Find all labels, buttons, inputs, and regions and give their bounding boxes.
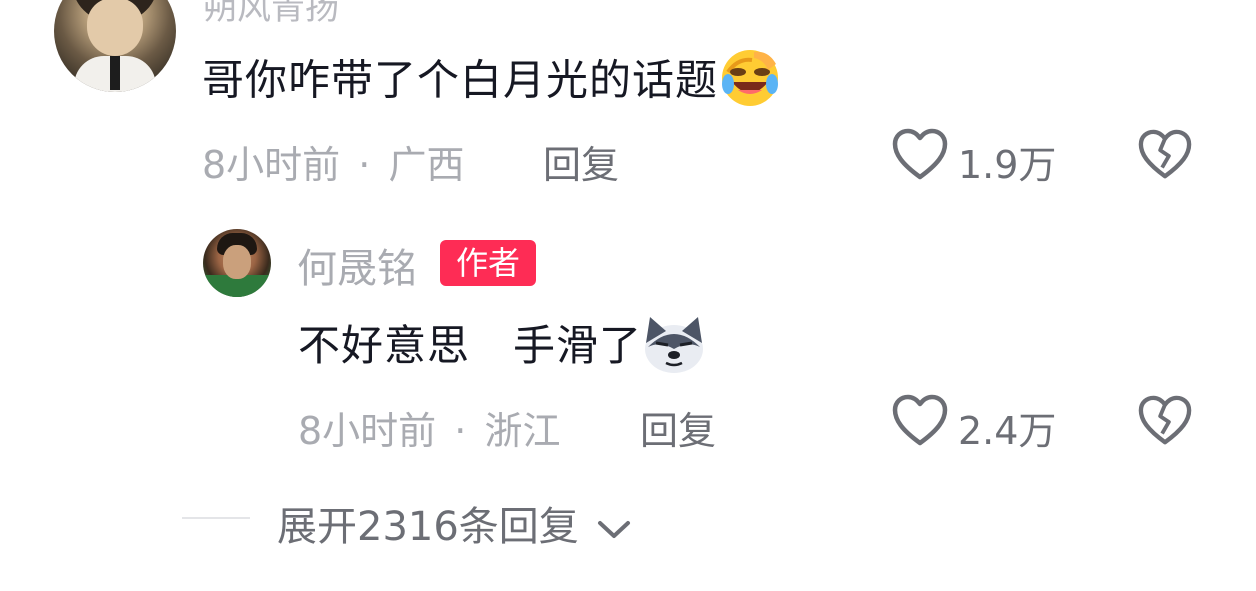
dislike-button[interactable] — [1138, 128, 1192, 186]
reply-to-reply-button[interactable]: 回复 — [640, 400, 716, 455]
comment-text: 哥你咋带了个白月光的话题 — [202, 46, 782, 120]
author-badge: 作者 — [440, 240, 536, 286]
broken-heart-icon — [1138, 129, 1192, 179]
husky-dog-emoji-icon — [642, 313, 706, 385]
author-avatar[interactable] — [203, 229, 271, 297]
commenter-username[interactable]: 朔风青扬 — [203, 0, 339, 29]
meta-separator: · — [358, 143, 371, 187]
reply-like-count: 2.4万 — [958, 409, 1057, 453]
comment-location: 广西 — [388, 143, 465, 187]
comment-time: 8小时前 — [202, 143, 341, 187]
heart-icon — [892, 394, 948, 446]
comment-text-content: 哥你咋带了个白月光的话题 — [202, 55, 719, 105]
reply-text-content: 不好意思 手滑了 — [298, 321, 643, 370]
chevron-down-icon — [597, 521, 630, 538]
reply-meta: 8小时前 · 浙江 — [298, 400, 560, 455]
expand-divider — [182, 517, 250, 519]
reply-dislike-button[interactable] — [1138, 394, 1192, 452]
expand-replies-button[interactable]: 展开2316条回复 — [277, 494, 632, 552]
like-count: 1.9万 — [958, 143, 1057, 187]
meta-separator: · — [454, 409, 467, 453]
comment-meta: 8小时前 · 广西 — [202, 134, 464, 189]
author-username[interactable]: 何晟铭 — [297, 236, 417, 294]
commenter-avatar[interactable] — [54, 0, 176, 92]
reply-text: 不好意思 手滑了 — [298, 312, 706, 385]
like-button[interactable] — [892, 128, 948, 186]
reply-like-button[interactable] — [892, 394, 948, 452]
expand-replies-label: 展开2316条回复 — [277, 504, 579, 550]
reply-button[interactable]: 回复 — [543, 134, 619, 189]
broken-heart-icon — [1138, 395, 1192, 445]
reply-time: 8小时前 — [298, 409, 437, 453]
laughing-crying-emoji-icon — [718, 46, 782, 120]
heart-icon — [892, 128, 948, 180]
reply-location: 浙江 — [484, 409, 561, 453]
